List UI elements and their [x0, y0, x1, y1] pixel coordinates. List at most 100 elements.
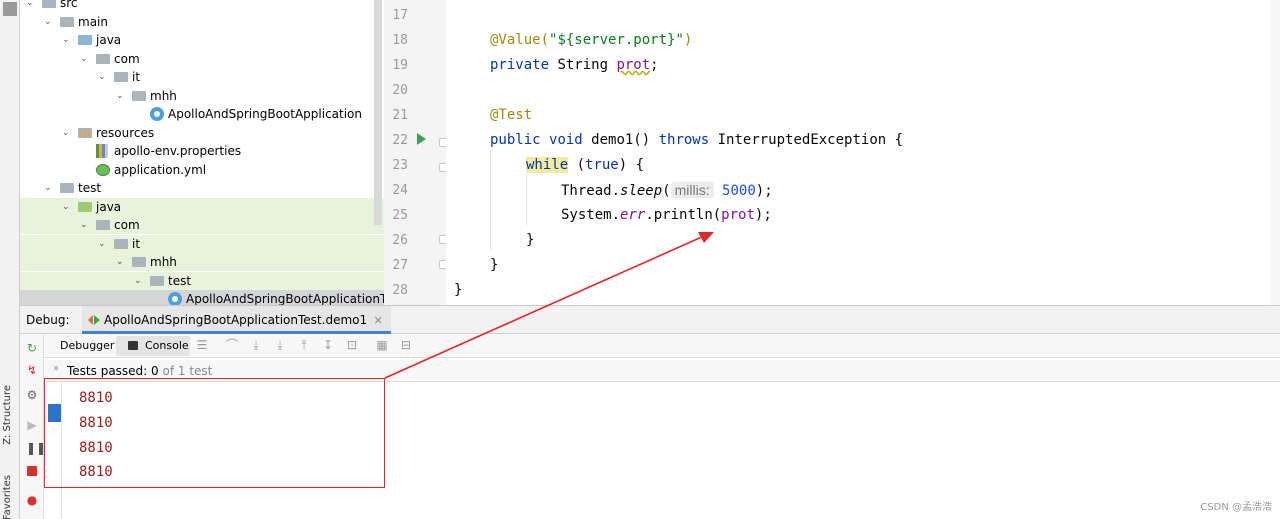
tree-item[interactable]: ⌄ test — [20, 271, 384, 290]
code-editor[interactable]: @Value("${server.port}") private String … — [446, 0, 1280, 305]
code-token: ( — [662, 183, 671, 199]
expand-chevron-icon[interactable]: » — [53, 363, 59, 374]
tree-item[interactable]: ⌄ mhh — [20, 87, 384, 105]
code-line-26: } — [526, 232, 535, 248]
project-tool-icon[interactable] — [3, 2, 17, 16]
chevron-down-icon[interactable]: ⌄ — [62, 31, 72, 49]
line-number: 26 — [392, 233, 408, 248]
chevron-down-icon[interactable]: ⌄ — [62, 198, 72, 216]
tree-item-label: mhh — [150, 255, 177, 269]
tree-item[interactable]: ApolloAndSpringBootApplicationTe — [20, 290, 384, 305]
code-line-19: private String prot; — [490, 53, 659, 78]
show-execution-point-icon[interactable]: ⌒ — [226, 339, 238, 351]
tree-scrollbar[interactable] — [374, 0, 382, 225]
tree-item-label: java — [96, 199, 122, 214]
run-to-cursor-icon[interactable]: ↧ — [322, 339, 334, 351]
tree-item[interactable]: ⌄ mhh — [20, 253, 384, 271]
step-into-icon[interactable]: ⤓ — [274, 339, 286, 351]
tree-item[interactable]: ⌄ java — [20, 197, 384, 216]
tree-item[interactable]: ⌄ src — [20, 0, 384, 12]
chevron-down-icon[interactable]: ⌄ — [44, 179, 54, 197]
chevron-down-icon[interactable]: ⌄ — [134, 272, 144, 290]
chevron-down-icon[interactable]: ⌄ — [80, 50, 90, 68]
line-number: 24 — [392, 183, 408, 198]
line-number: 21 — [392, 108, 408, 123]
step-over-icon[interactable]: ⤓ — [250, 339, 262, 351]
tree-item[interactable]: ApolloAndSpringBootApplication — [20, 105, 384, 123]
editor-scrollbar[interactable] — [1270, 0, 1280, 305]
keyword-token: void — [549, 132, 583, 148]
table-icon[interactable]: ▦ — [376, 339, 388, 351]
tree-item[interactable]: apollo-env.properties — [20, 142, 384, 160]
code-token: demo1() — [582, 132, 659, 148]
evaluate-icon[interactable]: ⊡ — [346, 339, 358, 351]
debug-run-tab[interactable]: ApolloAndSpringBootApplicationTest.demo1… — [82, 306, 392, 334]
tree-item[interactable]: ⌄ com — [20, 50, 384, 68]
chevron-down-icon[interactable]: ⌄ — [44, 13, 54, 31]
tests-status: Tests passed: 0 of 1 test — [67, 364, 212, 378]
code-token: String — [549, 57, 617, 73]
chevron-down-icon[interactable]: ⌄ — [116, 253, 126, 271]
settings-icon[interactable]: ⚙ — [26, 389, 38, 401]
step-out-icon[interactable]: ⤒ — [298, 339, 310, 351]
tab-debugger[interactable]: Debugger — [60, 339, 114, 352]
tests-passed-count: 0 — [151, 364, 159, 378]
chevron-down-icon[interactable]: ⌄ — [26, 0, 36, 12]
tree-item-label: src — [60, 0, 78, 10]
watermark: CSDN @孟浩浩 — [1200, 502, 1272, 513]
editor-gutter: 17 18 19 20 21 22 23 24 25 26 27 28 — [384, 0, 448, 305]
tree-item-label: mhh — [150, 88, 177, 103]
tree-item-label: ApolloAndSpringBootApplication — [168, 107, 363, 121]
code-token: ; — [650, 57, 659, 73]
favorites-tool-tab[interactable]: Favorites — [2, 475, 13, 519]
chevron-down-icon[interactable]: ⌄ — [62, 124, 72, 142]
tree-item[interactable]: ⌄ it — [20, 234, 384, 253]
keyword-token: private — [490, 57, 550, 73]
menu-icon[interactable]: ☰ — [196, 339, 208, 351]
resume-icon[interactable]: ▶ — [26, 419, 38, 431]
tests-status-label: Tests passed: — [67, 364, 152, 378]
class-icon — [168, 292, 182, 305]
view-breakpoints-icon[interactable]: ● — [26, 494, 38, 506]
parameter-hint: millis: — [670, 182, 714, 198]
folder-icon — [42, 0, 56, 8]
tree-item-label: java — [96, 33, 122, 47]
keyword-token: while — [526, 157, 569, 173]
tree-item[interactable]: application.yml — [20, 161, 384, 179]
code-token: ( — [568, 157, 586, 173]
tree-item[interactable]: ⌄ test — [20, 179, 384, 197]
layout-icon[interactable]: ⊟ — [400, 339, 412, 351]
indent-guide — [490, 150, 491, 250]
tab-console[interactable]: Console — [145, 339, 189, 352]
tree-item[interactable]: ⌄ it — [20, 68, 384, 86]
left-tool-strip: Z: Structure Favorites — [0, 0, 20, 519]
chevron-down-icon[interactable]: ⌄ — [98, 235, 108, 253]
pause-icon[interactable]: ❚❚ — [26, 442, 46, 454]
project-tree: ⌄ src ⌄ main ⌄ java ⌄ com ⌄ it ⌄ mhh ApolloAndSpring… — [20, 0, 384, 305]
tree-item[interactable]: ⌄ main — [20, 13, 384, 31]
keyword-token: true — [585, 157, 619, 173]
package-icon — [150, 275, 164, 286]
tree-item-label: it — [132, 236, 141, 251]
package-icon — [96, 53, 110, 64]
rerun-icon[interactable]: ↻ — [26, 342, 38, 354]
close-icon[interactable]: × — [373, 313, 383, 327]
tree-item[interactable]: ⌄ resources — [20, 124, 384, 142]
tree-item[interactable]: ⌄ com — [20, 216, 384, 234]
test-run-icon — [88, 315, 100, 325]
class-icon — [150, 107, 164, 121]
chevron-down-icon[interactable]: ⌄ — [80, 216, 90, 234]
tests-total: of 1 test — [158, 364, 213, 378]
run-test-icon[interactable] — [417, 133, 426, 145]
keyword-token: public — [490, 132, 541, 148]
tree-item[interactable]: ⌄ java — [20, 31, 384, 49]
folder-icon — [78, 201, 92, 212]
chevron-down-icon[interactable]: ⌄ — [98, 68, 108, 86]
debug-run-tab-label: ApolloAndSpringBootApplicationTest.demo1 — [104, 313, 368, 327]
stop-icon[interactable] — [27, 466, 37, 476]
structure-tool-tab[interactable]: Z: Structure — [2, 385, 13, 445]
rerun-failed-icon[interactable]: ↯ — [26, 364, 38, 376]
tree-item-label: it — [132, 70, 141, 84]
chevron-down-icon[interactable]: ⌄ — [116, 87, 126, 105]
